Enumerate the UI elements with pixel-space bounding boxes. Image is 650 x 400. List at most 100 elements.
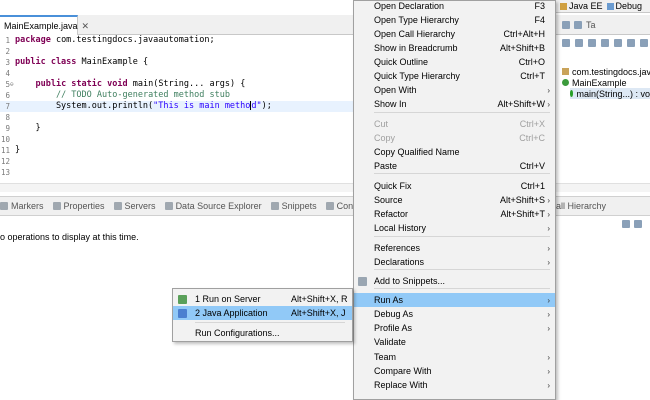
menu-item-declarations[interactable]: Declarations › [354, 255, 555, 269]
menu-item-add-to-snippets[interactable]: Add to Snippets... [354, 274, 555, 288]
code-token: ); [261, 101, 272, 111]
perspective-java-ee[interactable]: Java EE [560, 1, 603, 11]
code-line[interactable]: 5 ⊖ public static void main(String... arg… [0, 79, 360, 90]
line-number: 10 [0, 135, 10, 144]
menu-separator [374, 173, 550, 174]
snippet-icon [358, 276, 367, 286]
menu-item-quick-fix[interactable]: Quick Fix Ctrl+1 [354, 179, 555, 193]
tab-call-hierarchy[interactable]: all Hierarchy [556, 201, 606, 211]
menu-item-profile-as[interactable]: Profile As › [354, 321, 555, 335]
menu-item-open-with[interactable]: Open With › [354, 83, 555, 97]
code-token: d" [251, 101, 262, 111]
submenu-arrow-icon: › [547, 309, 550, 319]
editor-tab-bar: MainExample.java ✕ [0, 15, 360, 35]
code-text: package com.testingdocs.javaautomation; [15, 35, 215, 46]
menu-item-local-history[interactable]: Local History › [354, 221, 555, 235]
code-token: // TODO Auto-generated method stub [55, 90, 230, 100]
perspective-debug[interactable]: Debug [606, 1, 642, 11]
editor-context-menu: Open Declaration F3 Open Type Hierarchy F4 O… [353, 0, 556, 400]
line-number: 2 [5, 47, 10, 56]
code-line[interactable]: 2 [0, 46, 360, 57]
perspective-bar: Java EE Debug [556, 0, 650, 13]
menu-item-source[interactable]: Source Alt+Shift+S › [354, 193, 555, 207]
tab-main-example[interactable]: MainExample.java ✕ [0, 15, 89, 35]
menu-item-validate[interactable]: Validate [354, 335, 555, 349]
line-number: 8 [5, 113, 10, 122]
submenu-item-shortcut: Alt+Shift+X, J [291, 308, 346, 318]
submenu-item-1-run-on-server[interactable]: 1 Run on Server Alt+Shift+X, R [173, 292, 352, 306]
menu-item-show-in-breadcrumb[interactable]: Show in Breadcrumb Alt+Shift+B [354, 41, 555, 55]
menu-item-shortcut: Alt+Shift+B [499, 43, 545, 53]
code-line[interactable]: 6 // TODO Auto-generated method stub [0, 90, 360, 101]
code-line[interactable]: 3 public class MainExample { [0, 57, 360, 68]
menu-item-references[interactable]: References › [354, 241, 555, 255]
tab-markers[interactable]: Markers [0, 201, 44, 211]
outline-method[interactable]: main(String...) : vo [570, 88, 650, 99]
tab-snippets[interactable]: Snippets [270, 201, 317, 211]
menu-item-debug-as[interactable]: Debug As › [354, 307, 555, 321]
properties-icon [52, 202, 61, 210]
menu-item-paste[interactable]: Paste Ctrl+V [354, 159, 555, 173]
menu-item-team[interactable]: Team › [354, 350, 555, 364]
menu-item-open-type-hierarchy[interactable]: Open Type Hierarchy F4 [354, 13, 555, 27]
code-line[interactable]: 1 package com.testingdocs.javaautomation; [0, 35, 360, 46]
code-line[interactable]: 11} [0, 145, 360, 156]
code-line[interactable]: 4 [0, 68, 360, 79]
focus-icon[interactable] [627, 39, 635, 47]
submenu-item-2-java-application[interactable]: 2 Java Application Alt+Shift+X, J [173, 306, 352, 320]
hide-fields-icon[interactable] [588, 39, 596, 47]
menu-item-quick-outline[interactable]: Quick Outline Ctrl+O [354, 55, 555, 69]
code-line[interactable]: 10 [0, 134, 360, 145]
tab-task-list[interactable]: Ta [586, 20, 596, 30]
menu-item-label: Run As [374, 295, 404, 305]
code-token: } [15, 123, 41, 133]
menu-item-label: Quick Type Hierarchy [374, 71, 460, 81]
menu-item-copy[interactable]: Copy Ctrl+C [354, 131, 555, 145]
code-token: com.testingdocs.javaautomation; [50, 35, 215, 45]
submenu-item-label: 2 Java Application [195, 308, 268, 318]
code-line[interactable]: 13 [0, 167, 360, 178]
menu-item-copy-qualified-name[interactable]: Copy Qualified Name [354, 145, 555, 159]
code-line[interactable]: 8 [0, 112, 360, 123]
tab-label: Markers [11, 201, 44, 211]
menu-item-quick-type-hierarchy[interactable]: Quick Type Hierarchy Ctrl+T [354, 69, 555, 83]
view-menu-icon[interactable] [634, 220, 642, 228]
sort-icon[interactable] [575, 39, 583, 47]
tab-servers[interactable]: Servers [113, 201, 156, 211]
tab-properties[interactable]: Properties [52, 201, 105, 211]
code-line[interactable]: 7 System.out.println("This is main metho… [0, 101, 360, 112]
hide-nonpublic-icon[interactable] [614, 39, 622, 47]
code-editor[interactable]: 1 package com.testingdocs.javaautomation;… [0, 35, 360, 192]
menu-item-replace-with[interactable]: Replace With › [354, 378, 555, 392]
menu-item-run-as[interactable]: Run As › [354, 293, 555, 307]
menu-item-open-call-hierarchy[interactable]: Open Call Hierarchy Ctrl+Alt+H [354, 27, 555, 41]
menu-item-cut[interactable]: Cut Ctrl+X [354, 117, 555, 131]
tab-data-source-explorer[interactable]: Data Source Explorer [164, 201, 262, 211]
refresh-icon[interactable] [622, 220, 630, 228]
outline-view-icon[interactable] [562, 20, 570, 29]
menu-item-label: Show in Breadcrumb [374, 43, 458, 53]
line-number: 12 [0, 157, 10, 166]
public-method-icon [570, 90, 574, 97]
close-icon[interactable]: ✕ [82, 21, 90, 32]
menu-item-open-declaration[interactable]: Open Declaration F3 [354, 0, 555, 13]
collapse-all-icon[interactable] [562, 39, 570, 47]
task-list-icon[interactable] [574, 20, 582, 29]
menu-item-label: Local History [374, 223, 427, 233]
outline-class[interactable]: MainExample [562, 77, 627, 88]
submenu-arrow-icon: › [547, 257, 550, 267]
code-line[interactable]: 9 } [0, 123, 360, 134]
view-menu-icon[interactable] [640, 39, 648, 47]
hide-static-icon[interactable] [601, 39, 609, 47]
menu-item-show-in[interactable]: Show In Alt+Shift+W › [354, 97, 555, 111]
outline-package[interactable]: com.testingdocs.javaa [562, 66, 650, 77]
menu-item-compare-with[interactable]: Compare With › [354, 364, 555, 378]
menu-item-label: Team [374, 352, 397, 362]
code-line[interactable]: 12 [0, 156, 360, 167]
run-on-server-icon [178, 294, 187, 304]
submenu-item-run-configurations[interactable]: Run Configurations... [173, 326, 352, 340]
tab-label: Data Source Explorer [175, 201, 262, 211]
outline-scrollbar[interactable] [556, 183, 650, 192]
menu-item-refactor[interactable]: Refactor Alt+Shift+T › [354, 207, 555, 221]
editor-horizontal-scrollbar[interactable] [0, 183, 360, 192]
